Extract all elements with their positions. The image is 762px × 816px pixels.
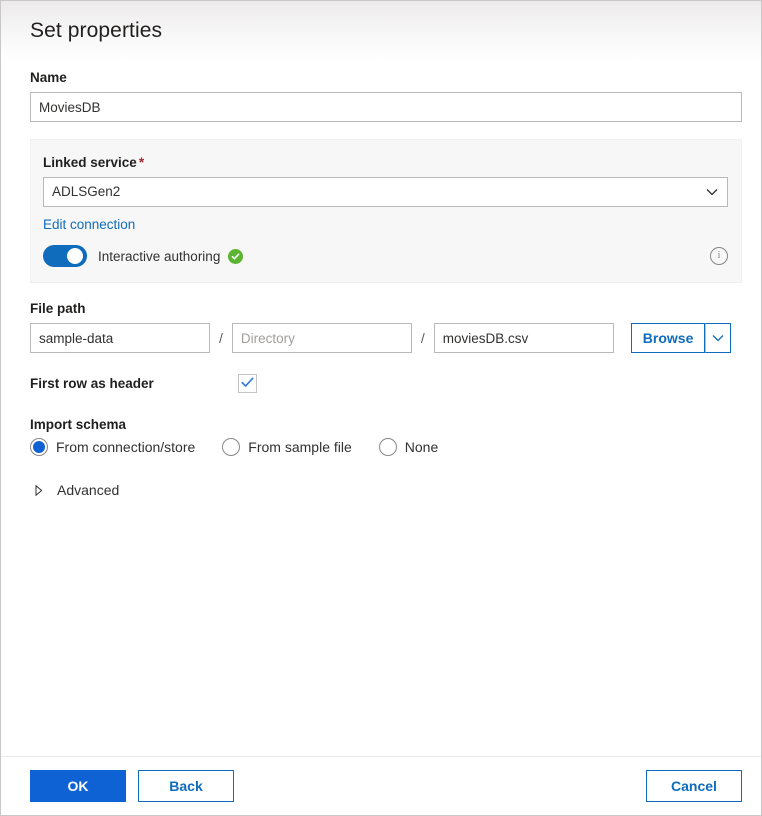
radio-option-from-connection-store[interactable]: From connection/store: [30, 438, 195, 456]
import-schema-radio-group: From connection/store From sample file N…: [30, 438, 742, 456]
file-path-directory-input[interactable]: [232, 323, 412, 353]
name-field-group: Name: [30, 69, 742, 122]
linked-service-select[interactable]: ADLSGen2: [43, 177, 728, 207]
radio-label: From sample file: [248, 439, 351, 455]
import-schema-label: Import schema: [30, 417, 742, 432]
radio-option-from-sample-file[interactable]: From sample file: [222, 438, 351, 456]
file-path-file-input[interactable]: [434, 323, 614, 353]
page-title: Set properties: [30, 19, 162, 43]
browse-split-button: Browse: [631, 323, 732, 353]
cancel-button[interactable]: Cancel: [646, 770, 742, 802]
ok-button[interactable]: OK: [30, 770, 126, 802]
radio-option-none[interactable]: None: [379, 438, 438, 456]
interactive-authoring-toggle[interactable]: [43, 245, 87, 267]
name-input[interactable]: [30, 92, 742, 122]
browse-dropdown-button[interactable]: [705, 323, 731, 353]
linked-service-label-text: Linked service: [43, 155, 137, 170]
back-button[interactable]: Back: [138, 770, 234, 802]
required-asterisk: *: [139, 155, 144, 170]
radio-label: From connection/store: [56, 439, 195, 455]
dialog-footer: OK Back Cancel: [1, 756, 761, 815]
info-icon[interactable]: i: [710, 247, 728, 265]
interactive-authoring-row: Interactive authoring i: [43, 245, 728, 267]
browse-button[interactable]: Browse: [631, 323, 706, 353]
name-label: Name: [30, 69, 742, 87]
advanced-expander[interactable]: Advanced: [30, 482, 742, 498]
radio-dot: [33, 441, 45, 453]
radio-indicator: [222, 438, 240, 456]
file-path-container-input[interactable]: [30, 323, 210, 353]
file-path-label: File path: [30, 300, 742, 318]
linked-service-select-wrap: ADLSGen2: [43, 177, 728, 207]
edit-connection-link[interactable]: Edit connection: [43, 216, 135, 234]
linked-service-group: Linked service* ADLSGen2 Edit connection…: [30, 139, 742, 283]
radio-label: None: [405, 439, 438, 455]
first-row-header-label: First row as header: [30, 376, 238, 391]
file-path-group: File path / / Browse: [30, 300, 742, 353]
import-schema-group: Import schema From connection/store From…: [30, 417, 742, 456]
file-path-separator-2: /: [412, 330, 434, 346]
file-path-row: / / Browse: [30, 323, 742, 353]
chevron-down-icon: [712, 329, 724, 347]
triangle-right-icon: [35, 484, 45, 496]
interactive-authoring-label: Interactive authoring: [98, 249, 220, 264]
file-path-separator-1: /: [210, 330, 232, 346]
linked-service-label: Linked service*: [43, 154, 728, 172]
radio-indicator: [30, 438, 48, 456]
green-check-icon: [228, 249, 243, 264]
advanced-label: Advanced: [57, 482, 119, 498]
dialog-body: Name Linked service* ADLSGen2 Edit conne…: [1, 61, 761, 756]
first-row-header-row: First row as header: [30, 374, 742, 393]
dialog-header: Set properties: [1, 1, 761, 61]
toggle-knob: [67, 248, 83, 264]
checkmark-icon: [241, 375, 254, 393]
radio-indicator: [379, 438, 397, 456]
set-properties-dialog: Set properties Name Linked service* ADLS…: [0, 0, 762, 816]
first-row-header-checkbox[interactable]: [238, 374, 257, 393]
